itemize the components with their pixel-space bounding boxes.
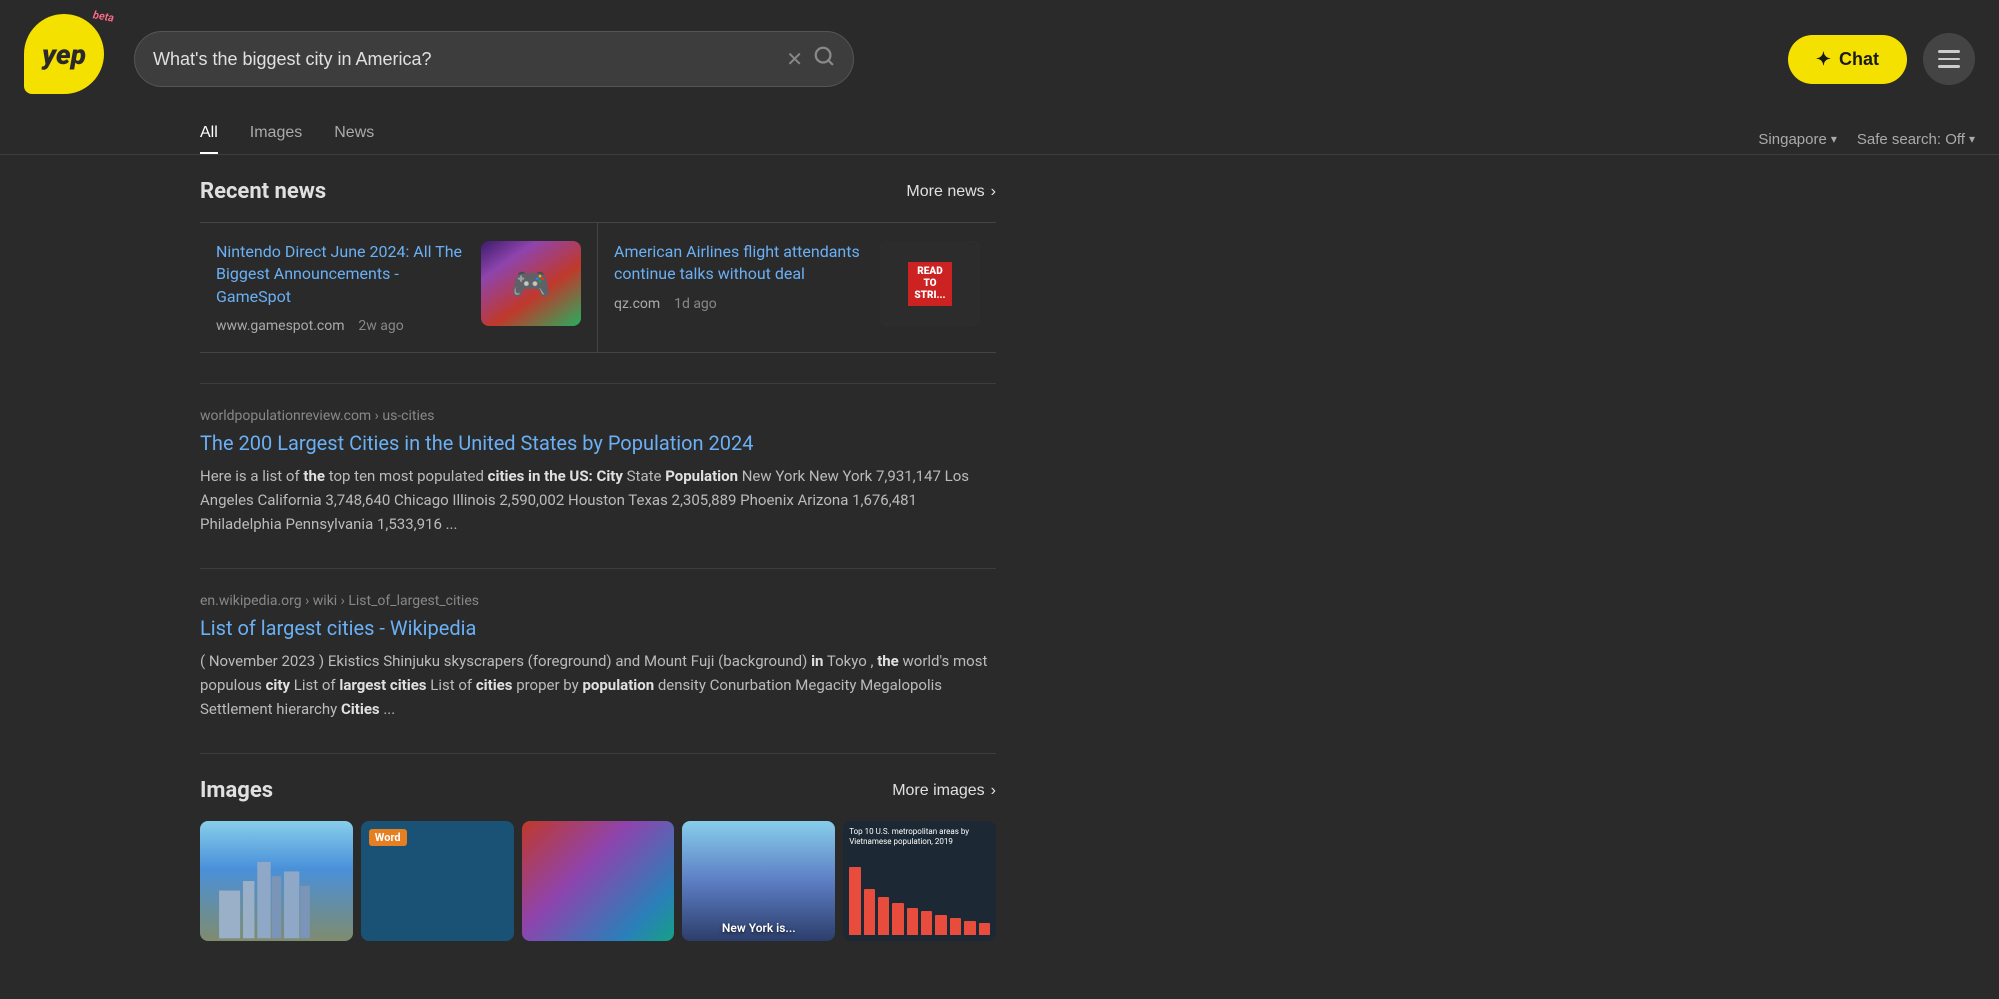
newyork-label: New York is...: [722, 921, 796, 935]
logo-text: yep: [42, 38, 86, 71]
strike-sign: READTOSTRI...: [908, 262, 951, 306]
chart-bar-2: [864, 889, 875, 936]
logo[interactable]: yep beta: [24, 14, 114, 104]
header: yep beta ✕ ✦ Chat: [0, 0, 1999, 118]
news-text-airlines: American Airlines flight attendants cont…: [614, 241, 866, 334]
logo-bubble: yep: [24, 14, 104, 94]
nav-filters: Singapore ▾ Safe search: Off ▾: [1758, 131, 1975, 148]
beta-badge: beta: [92, 8, 115, 24]
safe-search-arrow-icon: ▾: [1969, 132, 1975, 146]
chat-star-icon: ✦: [1816, 49, 1831, 70]
more-images-arrow-icon: ›: [991, 782, 996, 800]
chart-bar-10: [979, 923, 990, 935]
result-snippet-2: ( November 2023 ) Ekistics Shinjuku skys…: [200, 649, 996, 721]
recent-news-header: Recent news More news ›: [200, 179, 996, 204]
chart-bar-6: [921, 911, 932, 935]
region-arrow-icon: ▾: [1831, 132, 1837, 146]
recent-news-title: Recent news: [200, 179, 326, 204]
search-input[interactable]: [153, 49, 786, 70]
chart-bar-4: [892, 903, 903, 935]
image-thumb-neon[interactable]: [522, 821, 675, 941]
search-result-wikipedia: en.wikipedia.org › wiki › List_of_larges…: [200, 593, 996, 721]
news-link-gamespot[interactable]: Nintendo Direct June 2024: All The Bigge…: [216, 241, 467, 308]
news-thumb-airlines: READTOSTRI...: [880, 241, 980, 326]
images-section-title: Images: [200, 778, 273, 803]
region-filter[interactable]: Singapore ▾: [1758, 131, 1836, 148]
more-news-label: More news: [906, 183, 984, 201]
divider-2: [200, 568, 996, 569]
image-thumb-chart[interactable]: Top 10 U.S. metropolitan areas by Vietna…: [843, 821, 996, 941]
tab-images[interactable]: Images: [250, 124, 302, 154]
search-result-worldpopulation: worldpopulationreview.com › us-cities Th…: [200, 408, 996, 536]
menu-line-2: [1938, 58, 1960, 61]
image-thumb-word[interactable]: Word: [361, 821, 514, 941]
news-item-airlines: American Airlines flight attendants cont…: [598, 223, 996, 352]
result-snippet-1: Here is a list of the top ten most popul…: [200, 464, 996, 536]
menu-line-3: [1938, 65, 1960, 68]
result-breadcrumb-2: en.wikipedia.org › wiki › List_of_larges…: [200, 593, 996, 609]
region-label: Singapore: [1758, 131, 1826, 148]
news-item-gamespot: Nintendo Direct June 2024: All The Bigge…: [200, 223, 598, 352]
chart-bar-5: [907, 908, 918, 935]
main-content: Recent news More news › Nintendo Direct …: [0, 155, 1020, 965]
chat-button-label: Chat: [1839, 49, 1879, 70]
search-clear-button[interactable]: ✕: [786, 47, 803, 72]
result-title-2[interactable]: List of largest cities - Wikipedia: [200, 615, 996, 641]
search-submit-button[interactable]: [813, 45, 835, 73]
news-text-gamespot: Nintendo Direct June 2024: All The Bigge…: [216, 241, 467, 334]
image-thumb-newyork[interactable]: New York is...: [682, 821, 835, 941]
news-source-gamespot: www.gamespot.com: [216, 318, 345, 334]
search-bar: ✕: [134, 31, 854, 87]
tab-all[interactable]: All: [200, 124, 218, 154]
city-skyline-svg: [200, 821, 353, 941]
news-meta-gamespot: www.gamespot.com 2w ago: [216, 318, 467, 334]
more-images-button[interactable]: More images ›: [892, 782, 996, 800]
images-section-header: Images More images ›: [200, 778, 996, 803]
header-right: ✦ Chat: [1788, 33, 1975, 85]
word-badge: Word: [369, 829, 407, 846]
gamespot-thumb-icon: 🎮: [511, 265, 551, 303]
chat-button[interactable]: ✦ Chat: [1788, 35, 1907, 84]
chart-bar-7: [935, 915, 946, 935]
more-news-button[interactable]: More news ›: [906, 183, 996, 201]
news-time-airlines: 1d ago: [674, 296, 717, 312]
news-link-airlines[interactable]: American Airlines flight attendants cont…: [614, 241, 866, 286]
chart-title: Top 10 U.S. metropolitan areas by Vietna…: [849, 827, 990, 846]
chart-bar-1: [849, 867, 860, 935]
result-title-1[interactable]: The 200 Largest Cities in the United Sta…: [200, 430, 996, 456]
divider-1: [200, 383, 996, 384]
chart-bar-9: [964, 921, 975, 935]
more-images-label: More images: [892, 782, 984, 800]
recent-news-section: Recent news More news › Nintendo Direct …: [200, 179, 996, 353]
news-thumb-gamespot: 🎮: [481, 241, 581, 326]
news-source-airlines: qz.com: [614, 296, 660, 312]
nav-tabs: All Images News Singapore ▾ Safe search:…: [0, 118, 1999, 155]
news-time-gamespot: 2w ago: [358, 318, 403, 334]
tab-news[interactable]: News: [334, 124, 374, 154]
menu-line-1: [1938, 50, 1960, 53]
chart-bars: [849, 850, 990, 935]
safe-search-filter[interactable]: Safe search: Off ▾: [1857, 131, 1975, 148]
images-section: Images More images › Word: [200, 778, 996, 941]
result-breadcrumb-1: worldpopulationreview.com › us-cities: [200, 408, 996, 424]
menu-button[interactable]: [1923, 33, 1975, 85]
chart-bar-3: [878, 897, 889, 935]
chart-bar-8: [950, 918, 961, 935]
news-grid: Nintendo Direct June 2024: All The Bigge…: [200, 222, 996, 353]
image-thumb-city1[interactable]: [200, 821, 353, 941]
news-meta-airlines: qz.com 1d ago: [614, 296, 866, 312]
more-news-arrow-icon: ›: [991, 183, 996, 201]
divider-3: [200, 753, 996, 754]
safe-search-label: Safe search: Off: [1857, 131, 1965, 148]
images-grid: Word New York is... Top 10 U.S. metropol…: [200, 821, 996, 941]
